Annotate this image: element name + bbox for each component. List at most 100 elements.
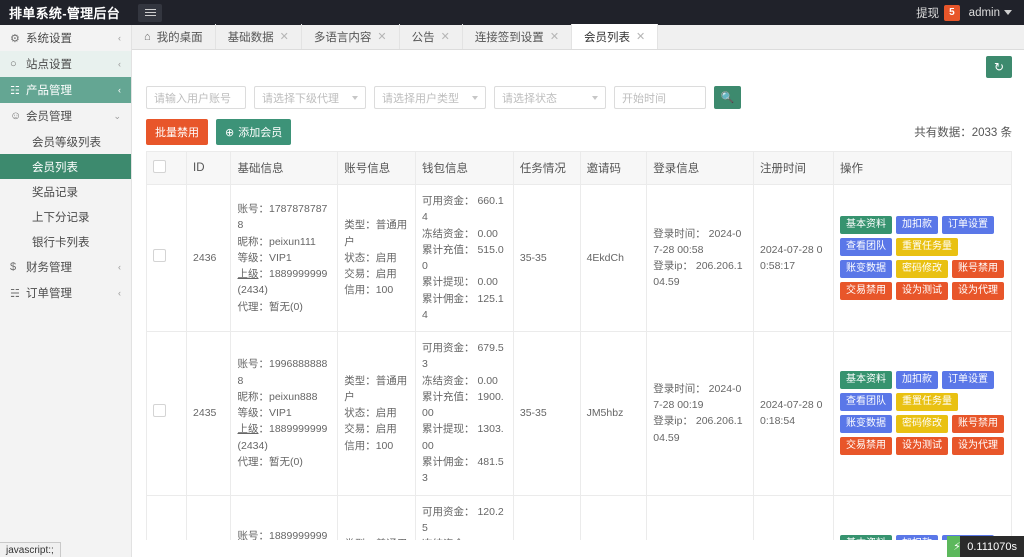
- sidebar-item-site-settings[interactable]: ○ 站点设置 ‹: [0, 51, 131, 77]
- money-icon: $: [10, 261, 26, 273]
- header-right-area: 提现 5 admin: [916, 5, 1024, 21]
- tab-multilanguage-content[interactable]: 多语言内容 ✕: [302, 24, 400, 49]
- chevron-left-icon: ‹: [118, 59, 121, 69]
- search-account-input[interactable]: 请输入用户账号: [146, 86, 246, 109]
- op-button[interactable]: 基本资料: [840, 535, 892, 540]
- chevron-down-icon: [592, 96, 598, 100]
- user-type-select[interactable]: 请选择用户类型: [374, 86, 486, 109]
- cell-register-time: 2024-07-28 00:58:17: [754, 185, 834, 332]
- hamburger-icon[interactable]: [138, 4, 162, 22]
- cell-basic-info: 账号：17878787878昵称：peixun111等级：VIP1上级：1889…: [231, 185, 338, 332]
- chevron-left-icon: ‹: [118, 33, 121, 43]
- app-brand-title: 排单系统-管理后台: [0, 0, 132, 25]
- sidebar-item-bankcard-list[interactable]: 银行卡列表: [0, 229, 131, 254]
- members-table-body: 2436账号：17878787878昵称：peixun111等级：VIP1上级：…: [147, 185, 1012, 541]
- tab-basic-data[interactable]: 基础数据 ✕: [216, 24, 302, 49]
- sidebar-item-prize-records[interactable]: 奖品记录: [0, 179, 131, 204]
- op-button[interactable]: 重置任务量: [896, 238, 958, 256]
- chevron-down-icon: [1004, 10, 1012, 15]
- sidebar-item-member-management[interactable]: ☺ 会员管理 ⌄: [0, 103, 131, 129]
- sidebar-sub-label: 会员等级列表: [32, 134, 101, 150]
- main-content: ↻ 请输入用户账号 请选择下级代理 请选择用户类型 请选择状态 开始时间 🔍 批…: [132, 50, 1024, 540]
- sidebar-item-label: 产品管理: [26, 82, 118, 98]
- tab-announcement[interactable]: 公告 ✕: [400, 24, 463, 49]
- op-button[interactable]: 账号禁用: [952, 415, 1004, 433]
- close-icon[interactable]: ✕: [377, 30, 386, 43]
- op-button[interactable]: 加扣款: [896, 216, 938, 234]
- close-icon[interactable]: ✕: [441, 30, 450, 43]
- op-button[interactable]: 交易禁用: [840, 437, 892, 455]
- cell-wallet-info: 可用资金： 660.14冻结资金： 0.00累计充值： 515.00累计提现： …: [416, 185, 514, 332]
- select-all-checkbox[interactable]: [153, 160, 166, 173]
- start-date-input[interactable]: 开始时间: [614, 86, 706, 109]
- tab-label: 我的桌面: [157, 29, 203, 45]
- sub-agent-select-label: 请选择下级代理: [262, 90, 339, 106]
- top-header-bar: 排单系统-管理后台 提现 5 admin: [0, 0, 1024, 25]
- chevron-down-icon: [352, 96, 358, 100]
- tab-strip: ⌂ 我的桌面 基础数据 ✕ 多语言内容 ✕ 公告 ✕ 连接签到设置 ✕ 会员列表…: [132, 25, 1024, 50]
- op-button[interactable]: 密码修改: [896, 260, 948, 278]
- op-button[interactable]: 订单设置: [942, 371, 994, 389]
- withdraw-link[interactable]: 提现 5: [916, 5, 960, 21]
- chevron-left-icon: ‹: [118, 85, 121, 95]
- close-icon[interactable]: ✕: [636, 30, 645, 43]
- op-button[interactable]: 密码修改: [896, 415, 948, 433]
- sidebar-sub-label: 上下分记录: [32, 209, 90, 225]
- sidebar-item-order-management[interactable]: ☵ 订单管理 ‹: [0, 280, 131, 306]
- search-icon[interactable]: 🔍: [714, 86, 741, 109]
- tab-label: 会员列表: [584, 29, 630, 45]
- op-button[interactable]: 订单设置: [942, 216, 994, 234]
- op-button[interactable]: 加扣款: [896, 371, 938, 389]
- page-root: 排单系统-管理后台 提现 5 admin ⚙ 系统设置 ‹ ○ 站点设置 ‹ ☷: [0, 0, 1024, 557]
- cell-login-info: 登录时间： 2024-07-28 00:58登录ip： 206.206.104.…: [647, 185, 754, 332]
- members-table-wrap: ID 基础信息 账号信息 钱包信息 任务情况 邀请码 登录信息 注册时间 操作 …: [132, 151, 1024, 540]
- cell-operations: 基本资料加扣款订单设置查看团队重置任务量账变数据密码修改账号禁用交易禁用设为测试…: [834, 185, 1012, 332]
- sidebar-item-product-management[interactable]: ☷ 产品管理 ‹: [0, 77, 131, 103]
- sidebar-item-member-level-list[interactable]: 会员等级列表: [0, 129, 131, 154]
- status-link-text: javascript:;: [6, 545, 54, 556]
- status-select[interactable]: 请选择状态: [494, 86, 606, 109]
- row-checkbox[interactable]: [153, 404, 166, 417]
- tab-member-list[interactable]: 会员列表 ✕: [572, 24, 658, 49]
- sub-agent-select[interactable]: 请选择下级代理: [254, 86, 366, 109]
- op-button[interactable]: 重置任务量: [896, 393, 958, 411]
- op-button[interactable]: 基本资料: [840, 216, 892, 234]
- op-button[interactable]: 基本资料: [840, 371, 892, 389]
- op-button[interactable]: 设为测试: [896, 437, 948, 455]
- chevron-down-icon: ⌄: [113, 111, 121, 122]
- cell-register-time: 2024-07-28 00:18:01: [754, 495, 834, 540]
- cell-invite-code: tehpxq: [580, 495, 647, 540]
- op-button[interactable]: 查看团队: [840, 393, 892, 411]
- op-button[interactable]: 设为代理: [952, 282, 1004, 300]
- sidebar-sub-label: 会员列表: [32, 159, 78, 175]
- tab-my-desktop[interactable]: ⌂ 我的桌面: [132, 24, 216, 49]
- op-button[interactable]: 交易禁用: [840, 282, 892, 300]
- cell-invite-code: 4EkdCh: [580, 185, 647, 332]
- filter-bar: 请输入用户账号 请选择下级代理 请选择用户类型 请选择状态 开始时间 🔍: [132, 80, 1024, 115]
- row-checkbox[interactable]: [153, 249, 166, 262]
- bulk-disable-button[interactable]: 批量禁用: [146, 119, 208, 145]
- sidebar-item-score-records[interactable]: 上下分记录: [0, 204, 131, 229]
- op-button[interactable]: 设为测试: [896, 282, 948, 300]
- sidebar-item-member-list[interactable]: 会员列表: [0, 154, 131, 179]
- sidebar-item-label: 系统设置: [26, 30, 118, 46]
- sidebar-item-finance-management[interactable]: $ 财务管理 ‹: [0, 254, 131, 280]
- op-button[interactable]: 查看团队: [840, 238, 892, 256]
- op-button[interactable]: 账变数据: [840, 260, 892, 278]
- op-button[interactable]: 加扣款: [896, 535, 938, 540]
- tab-checkin-settings[interactable]: 连接签到设置 ✕: [463, 24, 572, 49]
- cloud-icon: ○: [10, 58, 26, 70]
- op-button[interactable]: 账变数据: [840, 415, 892, 433]
- add-member-button[interactable]: ⊕ 添加会员: [216, 119, 291, 145]
- admin-user-menu[interactable]: admin: [969, 7, 1012, 19]
- op-button[interactable]: 设为代理: [952, 437, 1004, 455]
- op-button[interactable]: 账号禁用: [952, 260, 1004, 278]
- col-wallet-info: 钱包信息: [416, 152, 514, 185]
- row-select-cell: [147, 185, 187, 332]
- cell-account-info: 类型：普通用户状态：启用交易：启用信用：100: [338, 495, 416, 540]
- sidebar-item-system-settings[interactable]: ⚙ 系统设置 ‹: [0, 25, 131, 51]
- refresh-icon[interactable]: ↻: [986, 56, 1012, 78]
- close-icon[interactable]: ✕: [280, 30, 289, 43]
- close-icon[interactable]: ✕: [550, 30, 559, 43]
- col-task-status: 任务情况: [513, 152, 580, 185]
